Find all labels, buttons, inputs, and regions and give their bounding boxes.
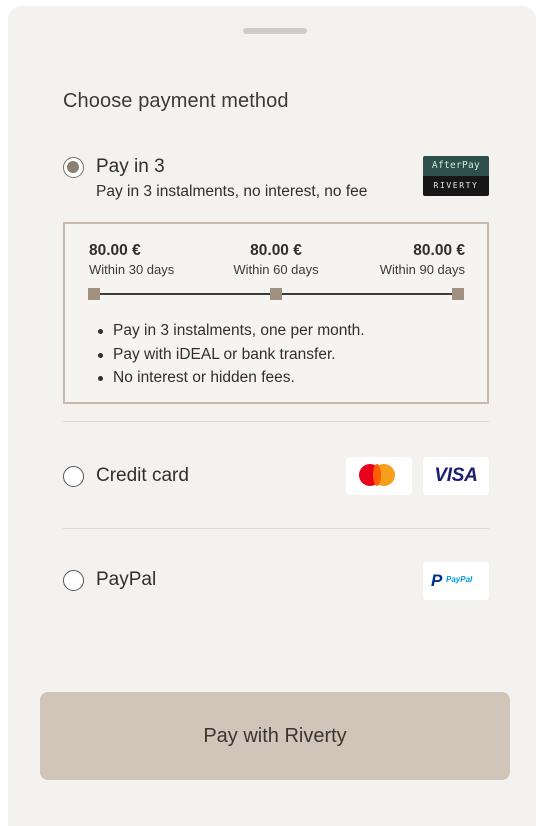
instalment-due: Within 60 days: [233, 262, 319, 277]
paypal-radio[interactable]: [63, 570, 84, 591]
pay-in-3-subtitle: Pay in 3 instalments, no interest, no fe…: [96, 183, 368, 200]
list-item: Pay with iDEAL or bank transfer.: [95, 343, 365, 367]
mastercard-icon: [346, 457, 412, 495]
afterpay-logo-text: AfterPay: [423, 156, 489, 176]
page-title: Choose payment method: [63, 90, 289, 112]
paypal-logo-text: PayPal: [446, 575, 473, 584]
drag-handle[interactable]: [243, 28, 307, 34]
instalment-amount: 80.00 €: [89, 242, 141, 259]
instalment-1: 80.00 € Within 30 days: [89, 242, 174, 277]
pay-in-3-radio[interactable]: [63, 157, 84, 178]
credit-card-radio[interactable]: [63, 466, 84, 487]
list-item: No interest or hidden fees.: [95, 366, 365, 390]
instalment-2: 80.00 € Within 60 days: [215, 242, 337, 277]
timeline-marker: [452, 288, 464, 300]
paypal-label[interactable]: PayPal: [96, 569, 156, 591]
paypal-logo-letter: P: [431, 571, 443, 590]
instalment-3: 80.00 € Within 90 days: [380, 242, 465, 277]
riverty-logo-text: RIVERTY: [423, 176, 489, 196]
credit-card-label[interactable]: Credit card: [96, 465, 189, 487]
instalment-plan: 80.00 € Within 30 days 80.00 € Within 60…: [63, 222, 489, 404]
instalment-amount: 80.00 €: [250, 242, 302, 259]
visa-logo-text: VISA: [434, 465, 478, 486]
plan-details-list: Pay in 3 instalments, one per month. Pay…: [95, 319, 365, 390]
timeline-marker: [270, 288, 282, 300]
pay-with-riverty-button[interactable]: Pay with Riverty: [40, 692, 510, 780]
instalment-due: Within 30 days: [89, 262, 175, 277]
divider: [63, 421, 489, 422]
afterpay-riverty-logo: AfterPay RIVERTY: [423, 156, 489, 196]
instalment-due: Within 90 days: [379, 262, 465, 277]
divider: [63, 528, 489, 529]
payment-sheet: Choose payment method Pay in 3 Pay in 3 …: [8, 6, 536, 826]
paypal-icon: P PayPal: [423, 562, 489, 600]
instalment-amount: 80.00 €: [413, 242, 465, 259]
visa-icon: VISA: [423, 457, 489, 495]
timeline-marker: [88, 288, 100, 300]
pay-in-3-label[interactable]: Pay in 3: [96, 156, 165, 178]
list-item: Pay in 3 instalments, one per month.: [95, 319, 365, 343]
